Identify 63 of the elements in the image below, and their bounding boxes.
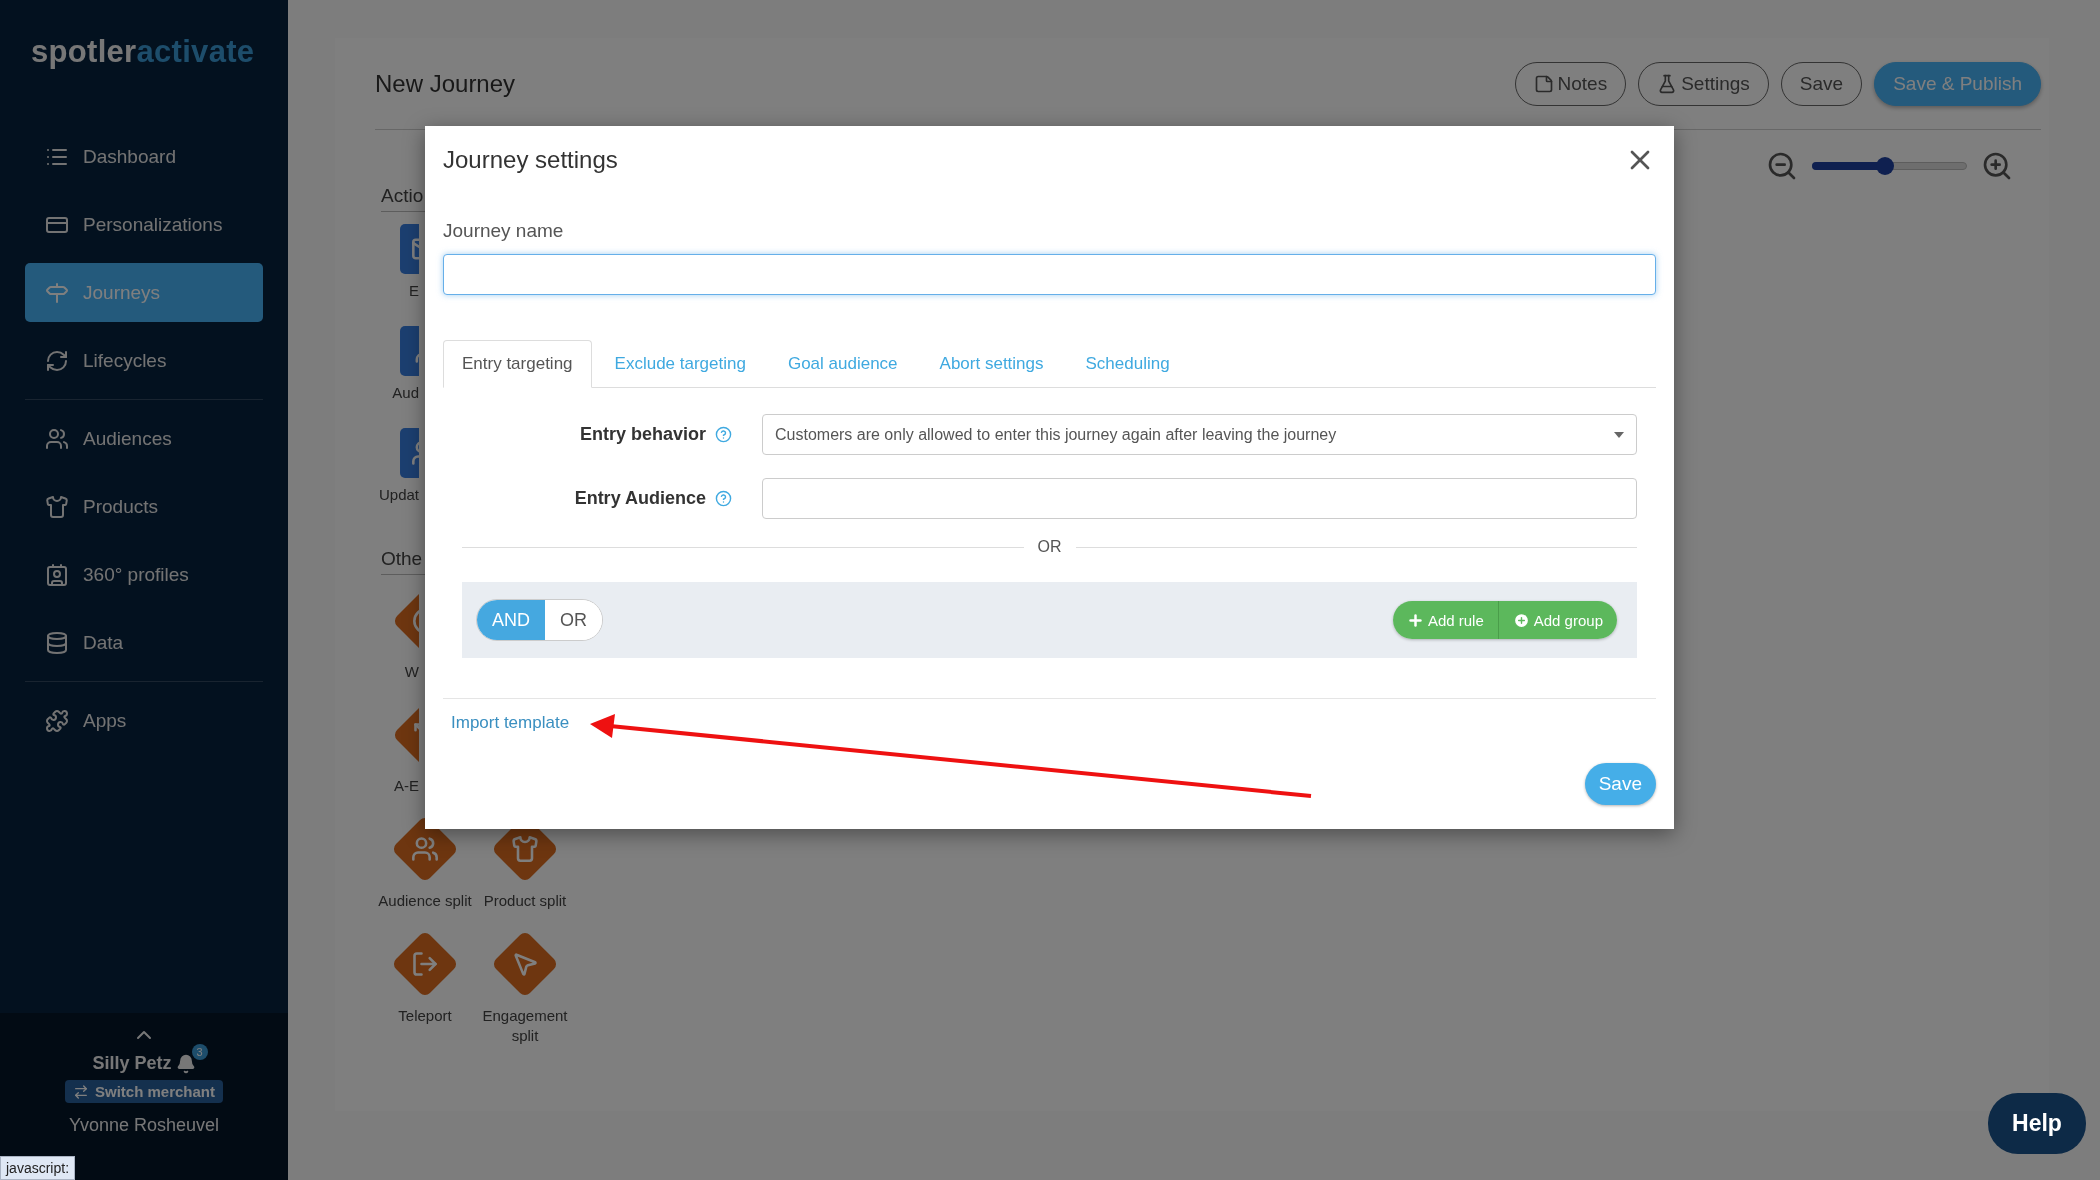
import-template-link[interactable]: Import template (451, 713, 570, 733)
merchant-name: Silly Petz (92, 1053, 172, 1074)
item-label: Audience split (378, 891, 472, 911)
input-field[interactable] (762, 478, 1637, 519)
field-label: Entry Audience (573, 488, 706, 509)
puzzle-icon (45, 708, 69, 733)
shirt-icon (45, 494, 69, 519)
help-icon[interactable] (715, 490, 732, 507)
sidebar-item[interactable]: Products (25, 477, 263, 536)
plus-circle-icon (1512, 611, 1530, 629)
zoom-in-icon[interactable] (1981, 150, 2013, 182)
publish-button[interactable]: Save & Publish (1874, 61, 2041, 106)
plus-icon (1406, 611, 1424, 629)
sidebar-item[interactable]: 360° profiles (25, 545, 263, 604)
add-button[interactable]: Add rule (1392, 601, 1499, 639)
operator-toggle[interactable]: AND (477, 600, 545, 640)
swap-icon (73, 1083, 89, 1100)
sidebar-item[interactable]: Dashboard (25, 127, 263, 186)
notification-badge: 3 (191, 1043, 208, 1060)
field-label: Entry behavior (578, 424, 706, 445)
tab[interactable]: Goal audience (768, 340, 917, 387)
item-label: W (403, 663, 419, 680)
item-label: Updat (377, 486, 419, 503)
tab[interactable]: Exclude targeting (595, 340, 765, 387)
help-button[interactable]: Help (1988, 1093, 2086, 1154)
logo: spotleractivate (30, 33, 256, 70)
sidebar-item[interactable]: Audiences (25, 409, 263, 468)
sidebar-item[interactable]: Lifecycles (25, 331, 263, 390)
people-icon (45, 426, 69, 451)
database-icon (45, 630, 69, 655)
zoom-out-icon[interactable] (1766, 150, 1798, 182)
item-label: A-E (393, 777, 419, 794)
select-field[interactable]: Customers are only allowed to enter this journey again after leaving the journey (762, 414, 1637, 455)
zoom-slider[interactable] (1812, 157, 1967, 175)
sidebar-item[interactable]: Data (25, 613, 263, 672)
sidebar-item[interactable]: Apps (25, 691, 263, 750)
sidebar-item[interactable]: Journeys (25, 263, 263, 322)
signpost-icon (45, 280, 69, 305)
item-label: Teleport (398, 1006, 452, 1026)
caret-icon (1614, 431, 1624, 438)
dialog-title: Journey settings (443, 146, 618, 174)
tab[interactable]: Scheduling (1066, 340, 1189, 387)
name-input-field[interactable] (443, 254, 1656, 295)
page-title: New Journey (375, 69, 516, 98)
note-icon (1533, 73, 1554, 94)
tab[interactable]: Entry targeting (443, 340, 592, 388)
item-label: Engagement split (481, 1006, 569, 1047)
item-label: Product split (483, 891, 567, 911)
tab[interactable]: Abort settings (920, 340, 1063, 387)
field-label: Journey name (443, 220, 565, 242)
item-label: Aud (391, 384, 419, 401)
item-label: E (408, 282, 419, 299)
switch-merchant-button[interactable]: Switch merchant (65, 1080, 223, 1103)
status-text: javascript: (0, 1156, 76, 1180)
id-card-icon (45, 562, 69, 587)
divider-text: OR (1037, 538, 1062, 556)
save-button[interactable]: Save (1584, 763, 1656, 805)
help-icon[interactable] (715, 426, 732, 443)
user-name: Yvonne Rosheuvel (68, 1115, 220, 1136)
sidebar-item[interactable]: Personalizations (25, 195, 263, 254)
add-button[interactable]: Add group (1498, 601, 1617, 639)
bell-icon[interactable] (175, 1053, 196, 1074)
refresh-icon (45, 348, 69, 373)
